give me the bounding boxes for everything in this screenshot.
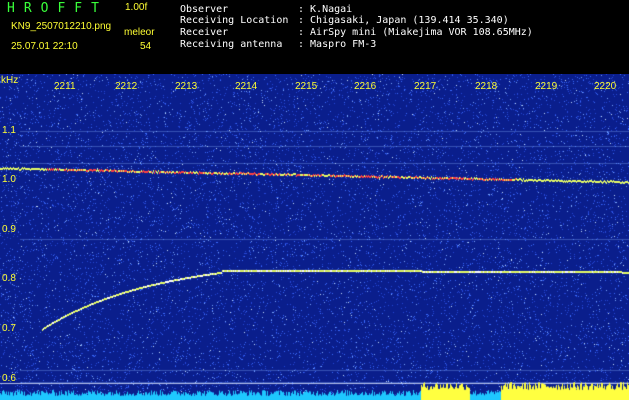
time-label: 2212 bbox=[115, 81, 138, 92]
freq-label: 0.7 bbox=[2, 323, 16, 334]
freq-label: 0.9 bbox=[2, 224, 16, 235]
time-label: 2216 bbox=[354, 81, 377, 92]
freq-label: 0.8 bbox=[2, 273, 16, 284]
antenna-label: Receiving antenna bbox=[180, 39, 283, 50]
file-name: KN9_2507012210.png bbox=[11, 21, 112, 32]
time-label: 2217 bbox=[414, 81, 437, 92]
app-title: HROFFT bbox=[7, 1, 108, 16]
app-version: 1.00f bbox=[125, 2, 148, 13]
observer-value: : K.Nagai bbox=[298, 4, 353, 15]
time-label: 2218 bbox=[475, 81, 498, 92]
header-panel: HROFFT 1.00f KN9_2507012210.png meleor 2… bbox=[0, 0, 629, 74]
observer-label: Observer bbox=[180, 4, 229, 15]
date-time: 25.07.01 22:10 bbox=[11, 41, 78, 52]
location-value: : Chigasaki, Japan (139.414 35.340) bbox=[298, 15, 509, 26]
time-label: 2214 bbox=[235, 81, 258, 92]
location-label: Receiving Location bbox=[180, 15, 289, 26]
freq-label: 0.6 bbox=[2, 373, 16, 384]
freq-label: 1.1 bbox=[2, 125, 16, 136]
time-label: 2220 bbox=[594, 81, 617, 92]
receiver-label: Receiver bbox=[180, 27, 229, 38]
spectrogram-canvas bbox=[0, 74, 629, 400]
time-label: 2211 bbox=[54, 81, 76, 92]
mode-label: meleor bbox=[124, 27, 155, 38]
freq-label: 1.0 bbox=[2, 174, 16, 185]
freq-unit-label: kHz bbox=[1, 75, 19, 86]
detection-count: 54 bbox=[140, 41, 152, 52]
receiver-value: : AirSpy mini (Miakejima VOR 108.65MHz) bbox=[298, 27, 533, 38]
time-label: 2219 bbox=[535, 81, 558, 92]
time-label: 2213 bbox=[175, 81, 198, 92]
time-label: 2215 bbox=[295, 81, 318, 92]
antenna-value: : Maspro FM-3 bbox=[298, 39, 377, 50]
